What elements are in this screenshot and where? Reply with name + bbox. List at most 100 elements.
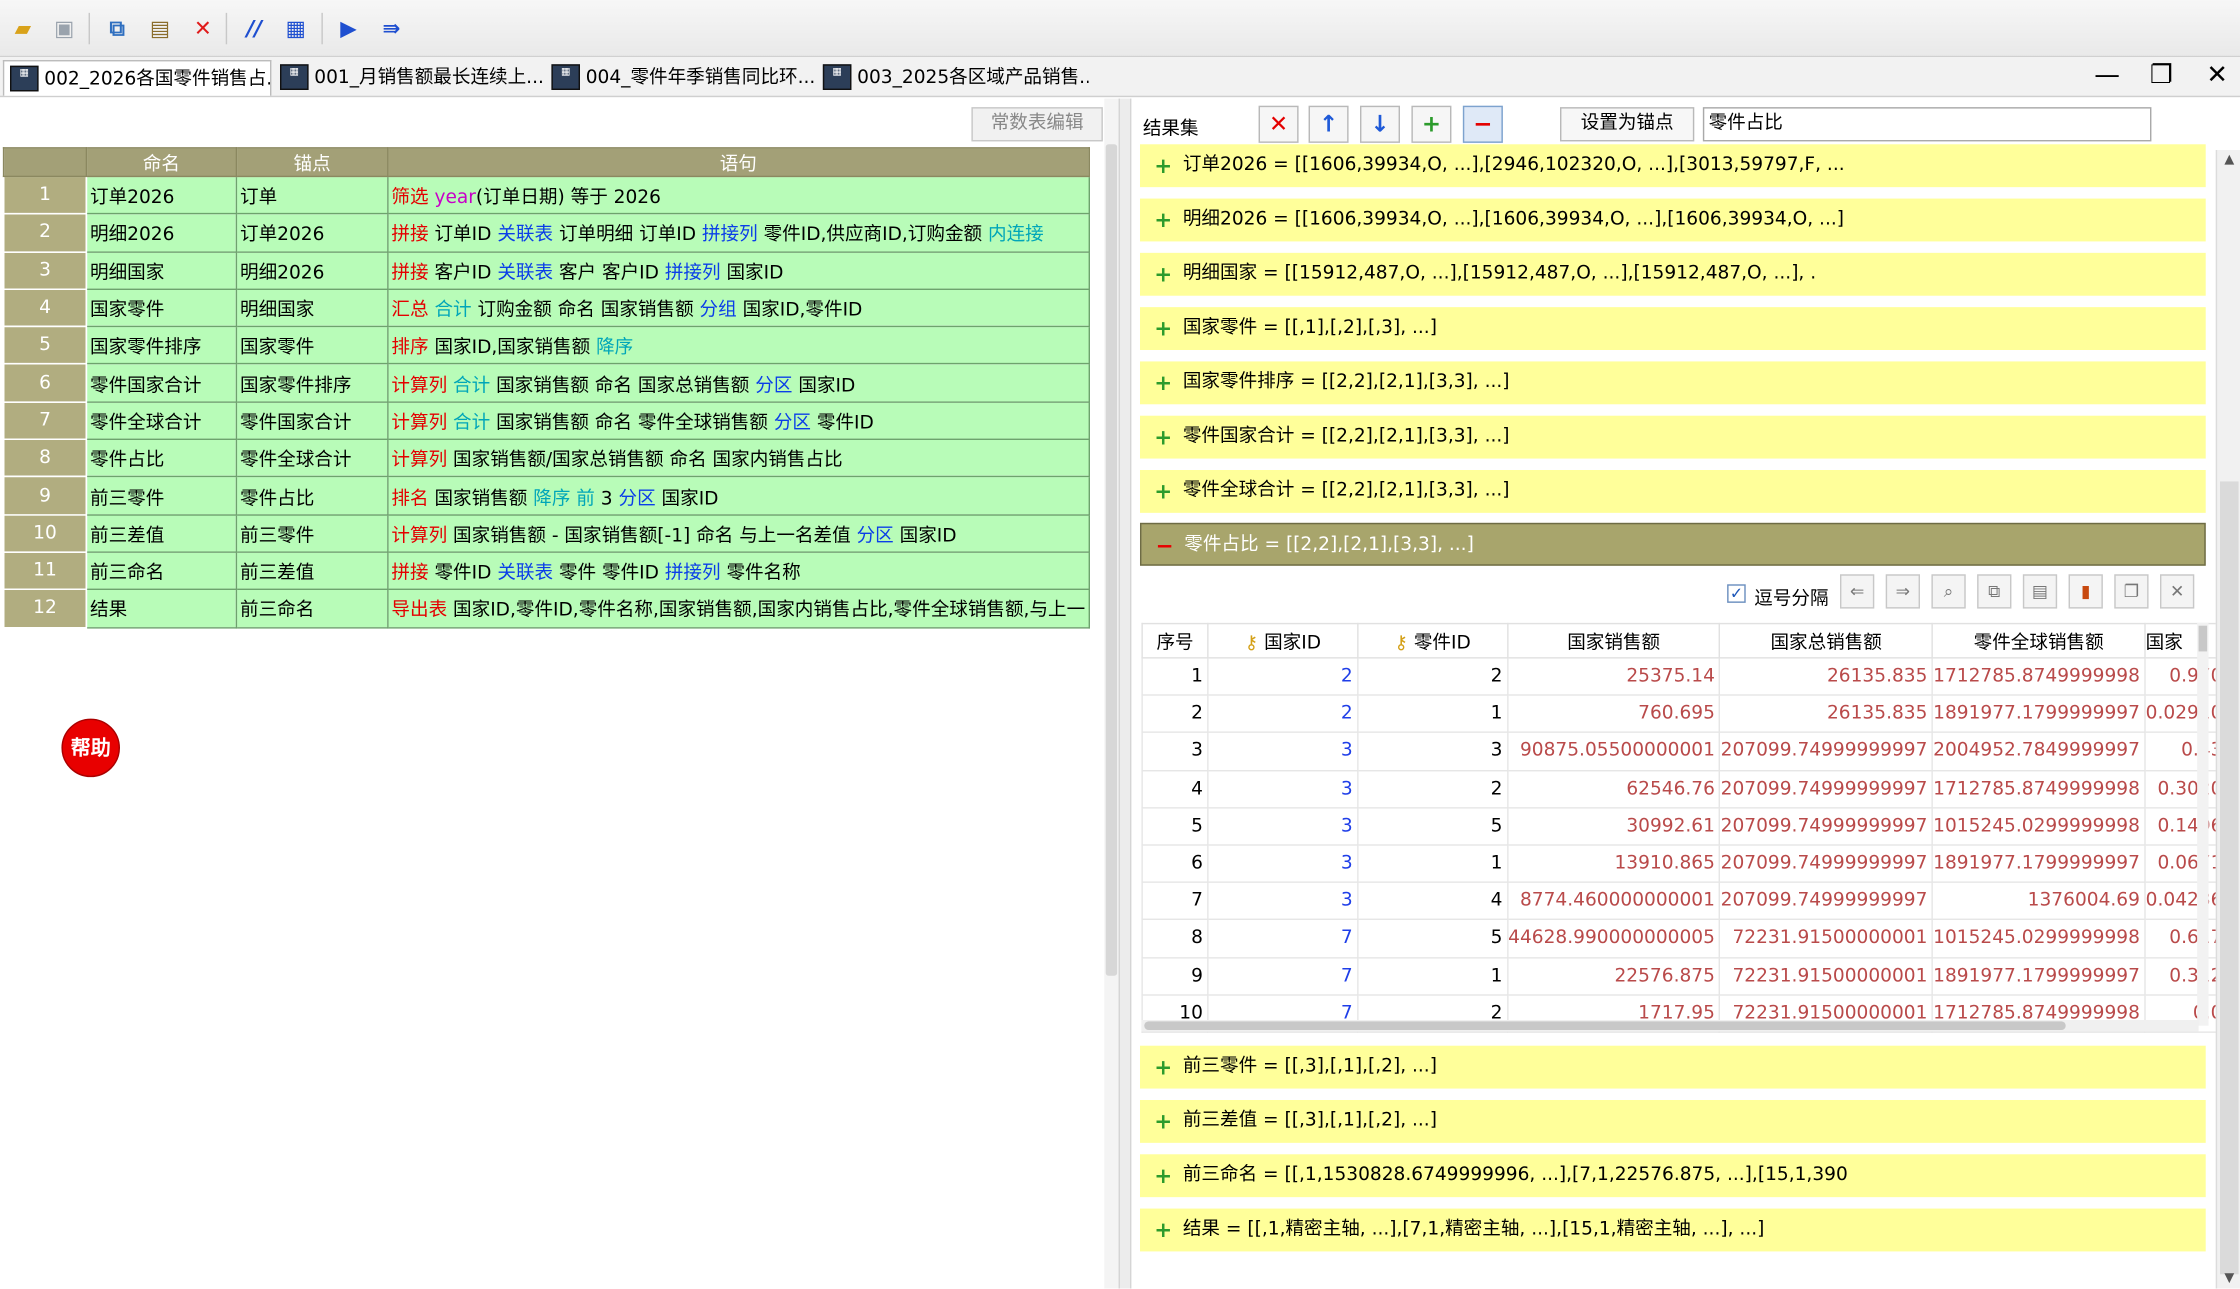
row-number[interactable]: 7 bbox=[2, 401, 88, 441]
table-cell[interactable]: 4 bbox=[1356, 881, 1509, 921]
row-number[interactable]: 2 bbox=[2, 213, 88, 253]
table-cell[interactable]: 26135.835 bbox=[1719, 657, 1934, 696]
table-cell[interactable]: 62546.76 bbox=[1506, 769, 1721, 809]
result-item[interactable]: + 国家零件 = [[,1],[,2],[,3], ...] bbox=[1139, 307, 2206, 350]
cell-anchor[interactable]: 前三命名 bbox=[235, 588, 389, 628]
grid-row[interactable]: 5 国家零件排序 国家零件 排序 国家ID,国家销售额 降序 bbox=[2, 325, 1090, 365]
chart-button[interactable]: ▮ bbox=[2068, 574, 2103, 609]
cell-name[interactable]: 国家零件排序 bbox=[85, 325, 238, 365]
cell-statement[interactable]: 排名 国家销售额 降序 前 3 分区 国家ID bbox=[387, 476, 1090, 516]
cell-statement[interactable]: 计算列 国家销售额 - 国家销售额[-1] 命名 与上一名差值 分区 国家ID bbox=[387, 513, 1090, 553]
table-cell[interactable]: 7 bbox=[1207, 956, 1359, 996]
cell-anchor[interactable]: 前三零件 bbox=[235, 513, 389, 553]
table-cell[interactable]: 1015245.0299999998 bbox=[1931, 806, 2146, 846]
grid-header-name[interactable]: 命名 bbox=[85, 147, 238, 178]
col-header-seq[interactable]: 序号 bbox=[1141, 622, 1209, 659]
grid-row[interactable]: 3 明细国家 明细2026 拼接 客户ID 关联表 客户 客户ID 拼接列 国家ID bbox=[2, 250, 1090, 290]
table-row[interactable]: 9 7 1 22576.875 72231.91500000001 1891977.179… bbox=[1141, 956, 2240, 996]
table-cell[interactable]: 3 bbox=[1207, 769, 1359, 809]
cell-anchor[interactable]: 明细2026 bbox=[235, 250, 389, 290]
grid-row[interactable]: 4 国家零件 明细国家 汇总 合计 订购金额 命名 国家销售额 分组 国家ID,零件I… bbox=[2, 288, 1090, 328]
move-up-button[interactable]: ↑ bbox=[1308, 105, 1349, 143]
export-button[interactable]: ▤ bbox=[2022, 574, 2058, 609]
scroll-down-icon[interactable]: ▼ bbox=[2217, 1269, 2240, 1289]
table-cell[interactable]: 2 bbox=[1207, 657, 1359, 696]
table-cell[interactable]: 1376004.69 bbox=[1931, 881, 2146, 921]
tab-002[interactable]: ▦ 002_2026各国零件销售占... bbox=[2, 59, 272, 96]
table-cell[interactable]: 7 bbox=[1141, 881, 1209, 921]
scrollbar-thumb[interactable] bbox=[1105, 144, 1118, 976]
table-cell[interactable]: 5 bbox=[1356, 919, 1509, 958]
table-row[interactable]: 12225375.1426135.8351712785.87499999980.… bbox=[1141, 657, 2240, 696]
table-cell[interactable]: 207099.74999999997 bbox=[1719, 881, 1934, 921]
cell-name[interactable]: 前三命名 bbox=[85, 551, 238, 591]
table-cell[interactable]: 26135.835 bbox=[1719, 694, 1934, 734]
table-cell[interactable]: 30992.61 bbox=[1506, 806, 1721, 846]
table-row[interactable]: 5 3 5 30992.61 207099.74999999997 1015245.029… bbox=[1141, 806, 2240, 846]
table-cell[interactable]: 1 bbox=[1141, 657, 1209, 696]
table-vertical-scrollbar[interactable] bbox=[2197, 622, 2209, 1026]
cell-name[interactable]: 零件国家合计 bbox=[85, 363, 238, 403]
run-icon[interactable]: ▶ bbox=[334, 14, 363, 43]
grid-header-anchor[interactable]: 锚点 bbox=[235, 147, 389, 178]
cell-statement[interactable]: 拼接 订单ID 关联表 订单明细 订单ID 拼接列 零件ID,供应商ID,订购金… bbox=[387, 213, 1090, 253]
table-cell[interactable]: 2 bbox=[1207, 694, 1359, 734]
tab-003[interactable]: ▦ 003_2025各区域产品销售... bbox=[817, 60, 1089, 96]
result-item-selected[interactable]: − 零件占比 = [[2,2],[2,1],[3,3], ...] bbox=[1139, 522, 2206, 566]
table-cell[interactable]: 1 bbox=[1356, 694, 1509, 734]
move-down-button[interactable]: ↓ bbox=[1359, 105, 1400, 143]
cell-anchor[interactable]: 前三差值 bbox=[235, 551, 389, 591]
table-cell[interactable]: 3 bbox=[1141, 731, 1209, 771]
cell-name[interactable]: 零件全球合计 bbox=[85, 401, 238, 441]
cell-name[interactable]: 零件占比 bbox=[85, 438, 238, 478]
cell-anchor[interactable]: 国家零件 bbox=[235, 325, 389, 365]
table-cell[interactable]: 760.695 bbox=[1506, 694, 1721, 734]
grid-row[interactable]: 6 零件国家合计 国家零件排序 计算列 合计 国家销售额 命名 国家总销售额 分区 国… bbox=[2, 363, 1090, 403]
detach-button[interactable]: ❐ bbox=[2114, 574, 2149, 609]
scrollbar-thumb[interactable] bbox=[1144, 1021, 2066, 1030]
table-cell[interactable]: 1891977.1799999997 bbox=[1931, 956, 2146, 996]
table-cell[interactable]: 9 bbox=[1141, 956, 1209, 996]
grid-row[interactable]: 7 零件全球合计 零件国家合计 计算列 合计 国家销售额 命名 零件全球销售额 分区 … bbox=[2, 401, 1090, 441]
table-cell[interactable]: 3 bbox=[1207, 806, 1359, 846]
table-cell[interactable]: 207099.74999999997 bbox=[1719, 731, 1934, 771]
table-cell[interactable]: 3 bbox=[1207, 731, 1359, 771]
minimize-button[interactable]: — bbox=[2089, 60, 2126, 91]
table-row[interactable]: 3 3 3 90875.05500000001 207099.74999999997 20… bbox=[1141, 731, 2240, 771]
table-row[interactable]: 2 2 1 760.695 26135.835 1891977.1799999997 0.0… bbox=[1141, 694, 2240, 734]
left-vertical-scrollbar[interactable] bbox=[1104, 98, 1119, 1289]
table-cell[interactable]: 8774.460000000001 bbox=[1506, 881, 1721, 921]
set-anchor-button[interactable]: 设置为锚点 bbox=[1559, 107, 1695, 142]
table-row[interactable]: 6 3 1 13910.865 207099.74999999997 1891977.17… bbox=[1141, 844, 2240, 884]
table-row[interactable]: 7 3 4 8774.460000000001 207099.74999999997 13… bbox=[1141, 881, 2240, 921]
close-table-button[interactable]: ✕ bbox=[2159, 574, 2195, 609]
table-cell[interactable]: 22576.875 bbox=[1506, 956, 1721, 996]
table-cell[interactable]: 3 bbox=[1356, 731, 1509, 771]
cell-anchor[interactable]: 零件国家合计 bbox=[235, 401, 389, 441]
col-header-country-sales[interactable]: 国家销售额 bbox=[1506, 622, 1721, 659]
table-cell[interactable]: 1015245.0299999998 bbox=[1931, 919, 2146, 958]
table-cell[interactable]: 13910.865 bbox=[1506, 844, 1721, 884]
cell-anchor[interactable]: 国家零件排序 bbox=[235, 363, 389, 403]
result-vertical-scrollbar[interactable]: ▲ ▼ bbox=[2215, 149, 2240, 1289]
row-number[interactable]: 4 bbox=[2, 288, 88, 328]
grid-row[interactable]: 12 结果 前三命名 导出表 国家ID,零件ID,零件名称,国家销售额,国家内销售占比… bbox=[2, 588, 1090, 628]
table-cell[interactable]: 207099.74999999997 bbox=[1719, 844, 1934, 884]
grid-header-statement[interactable]: 语句 bbox=[387, 147, 1090, 178]
result-item[interactable]: + 前三差值 = [[,3],[,1],[,2], ...] bbox=[1139, 1099, 2206, 1143]
table-horizontal-scrollbar[interactable] bbox=[1141, 1019, 2199, 1032]
table-cell[interactable]: 90875.05500000001 bbox=[1506, 731, 1721, 771]
grid-row[interactable]: 9 前三零件 零件占比 排名 国家销售额 降序 前 3 分区 国家ID bbox=[2, 476, 1090, 516]
table-cell[interactable]: 2 bbox=[1141, 694, 1209, 734]
row-number[interactable]: 5 bbox=[2, 325, 88, 365]
grid-row[interactable]: 10 前三差值 前三零件 计算列 国家销售额 - 国家销售额[-1] 命名 与上一名差… bbox=[2, 513, 1090, 553]
result-item[interactable]: + 订单2026 = [[1606,39934,O, ...],[2946,102… bbox=[1139, 144, 2206, 188]
cell-name[interactable]: 明细国家 bbox=[85, 250, 238, 290]
open-icon[interactable]: ▰ bbox=[9, 14, 38, 43]
table-cell[interactable]: 7 bbox=[1207, 919, 1359, 958]
restore-button[interactable]: ❐ bbox=[2143, 60, 2180, 91]
table-cell[interactable]: 5 bbox=[1141, 806, 1209, 846]
row-number[interactable]: 8 bbox=[2, 438, 88, 478]
table-cell[interactable]: 3 bbox=[1207, 881, 1359, 921]
result-item[interactable]: + 结果 = [[,1,精密主轴, ...],[7,1,精密主轴, ...],[1… bbox=[1139, 1208, 2206, 1252]
